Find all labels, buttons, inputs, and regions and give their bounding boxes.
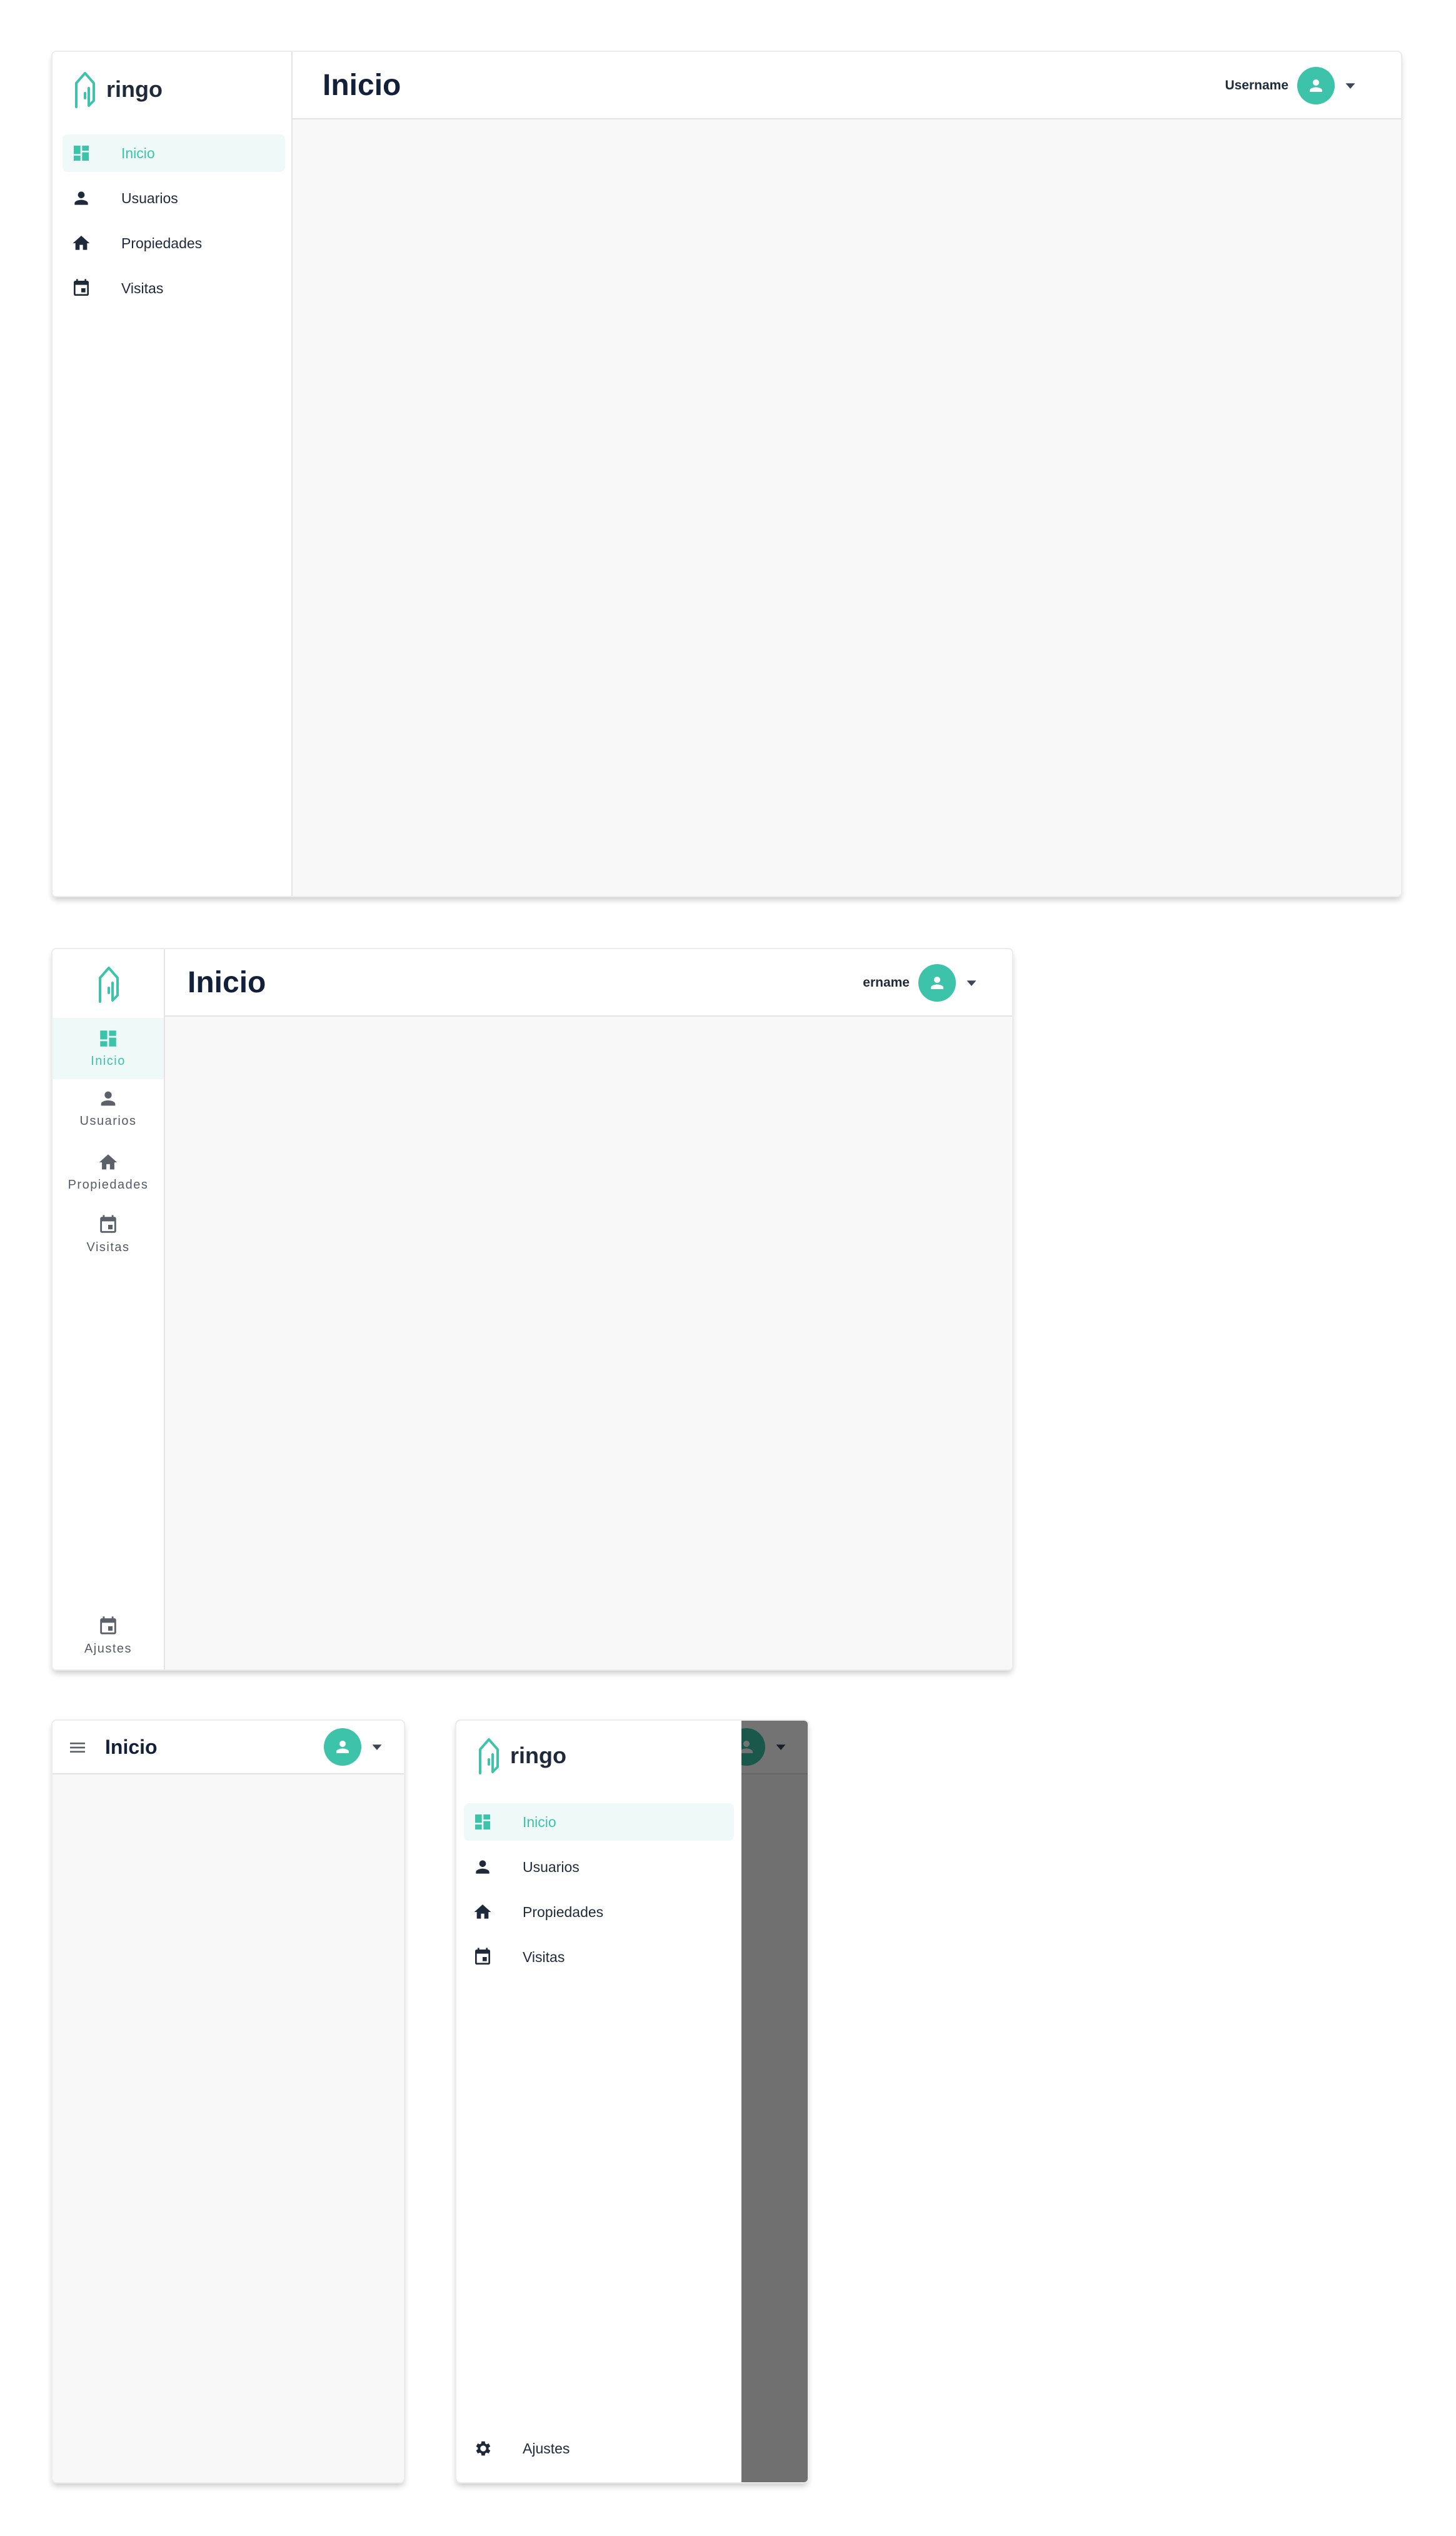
calendar-icon [98, 1214, 119, 1235]
sidebar: ringo Inicio Usuarios Propiedades Visita… [53, 52, 293, 896]
rail-item-label: Ajustes [84, 1642, 133, 1656]
brand-logo[interactable]: ringo [476, 1737, 566, 1774]
tablet-layout: Inicio Usuarios Propiedades Visitas Ajus… [53, 949, 1012, 1669]
drawer-item-label: Propiedades [523, 1903, 604, 1920]
dashboard-icon [473, 1812, 493, 1832]
sidebar-item-label: Usuarios [121, 189, 178, 206]
page-title: Inicio [188, 966, 266, 999]
person-icon [1307, 76, 1325, 95]
rail-item-usuarios[interactable]: Usuarios [53, 1080, 164, 1142]
home-icon [473, 1902, 493, 1922]
drawer-item-visitas[interactable]: Visitas [464, 1938, 734, 1976]
top-bar: Inicio Username [293, 52, 1401, 119]
dashboard-icon [71, 143, 91, 163]
dashboard-icon [98, 1028, 119, 1049]
rail-item-label: Propiedades [68, 1178, 149, 1192]
person-icon [928, 974, 946, 992]
person-icon [71, 188, 91, 208]
avatar [1297, 67, 1335, 104]
username: ername [863, 975, 910, 990]
drawer-item-label: Ajustes [523, 2440, 570, 2457]
drawer-item-usuarios[interactable]: Usuarios [464, 1848, 734, 1886]
rail-item-label: Visitas [86, 1240, 130, 1254]
calendar-icon [98, 1616, 119, 1637]
sidebar-item-visitas[interactable]: Visitas [63, 269, 285, 307]
page-title: Inicio [323, 69, 401, 102]
gear-icon [473, 2438, 493, 2458]
drawer-item-label: Inicio [523, 1813, 556, 1830]
brand-logo[interactable] [96, 965, 121, 1003]
user-menu[interactable]: Username [1225, 67, 1360, 104]
person-icon [473, 1857, 493, 1877]
sidebar-item-label: Propiedades [121, 234, 203, 251]
sidebar-item-label: Inicio [121, 144, 155, 161]
rail-item-label: Inicio [91, 1054, 126, 1068]
rail-item-inicio[interactable]: Inicio [53, 1018, 164, 1079]
page-title: Inicio [105, 1736, 158, 1758]
caret-down-icon[interactable] [368, 1738, 386, 1756]
user-menu[interactable]: ername [863, 964, 981, 1002]
brand-logo[interactable]: ringo [73, 71, 163, 108]
rail-item-visitas[interactable]: Visitas [53, 1205, 164, 1267]
person-icon [333, 1738, 352, 1756]
caret-down-icon[interactable] [962, 974, 981, 992]
calendar-icon [71, 278, 91, 298]
logo-icon [73, 71, 98, 108]
user-menu[interactable] [324, 1728, 386, 1766]
logo-icon [476, 1737, 501, 1774]
avatar [324, 1728, 361, 1766]
mobile-layout: Inicio [53, 1721, 404, 2482]
desktop-layout: ringo Inicio Usuarios Propiedades Visita… [53, 52, 1401, 896]
calendar-icon [473, 1947, 493, 1967]
drawer-item-label: Usuarios [523, 1858, 580, 1875]
sidebar-item-label: Visitas [121, 279, 164, 296]
person-icon [98, 1088, 119, 1109]
sidebar-item-inicio[interactable]: Inicio [63, 134, 285, 172]
home-icon [71, 233, 91, 253]
avatar [918, 964, 956, 1002]
nav-rail: Inicio Usuarios Propiedades Visitas Ajus… [53, 949, 165, 1669]
top-bar: Inicio [53, 1721, 404, 1774]
rail-item-propiedades[interactable]: Propiedades [53, 1143, 164, 1204]
drawer-item-inicio[interactable]: Inicio [464, 1803, 734, 1841]
mobile-drawer-layout: ringo Inicio Usuarios Propiedades Visita… [456, 1721, 808, 2482]
sidebar-item-usuarios[interactable]: Usuarios [63, 179, 285, 217]
hamburger-icon[interactable] [68, 1738, 88, 1758]
drawer-item-ajustes[interactable]: Ajustes [464, 2430, 734, 2467]
brand-name: ringo [510, 1743, 566, 1768]
top-bar: Inicio ername [165, 949, 1012, 1017]
nav-drawer: ringo Inicio Usuarios Propiedades Visita… [456, 1721, 741, 2482]
drawer-item-propiedades[interactable]: Propiedades [464, 1893, 734, 1931]
rail-item-label: Usuarios [79, 1114, 137, 1128]
logo-icon [96, 965, 121, 1003]
rail-item-ajustes[interactable]: Ajustes [53, 1612, 164, 1663]
drawer-item-label: Visitas [523, 1948, 565, 1965]
home-icon [98, 1152, 119, 1173]
brand-name: ringo [106, 76, 163, 102]
username: Username [1225, 78, 1288, 93]
caret-down-icon[interactable] [1341, 76, 1360, 95]
sidebar-item-propiedades[interactable]: Propiedades [63, 224, 285, 262]
